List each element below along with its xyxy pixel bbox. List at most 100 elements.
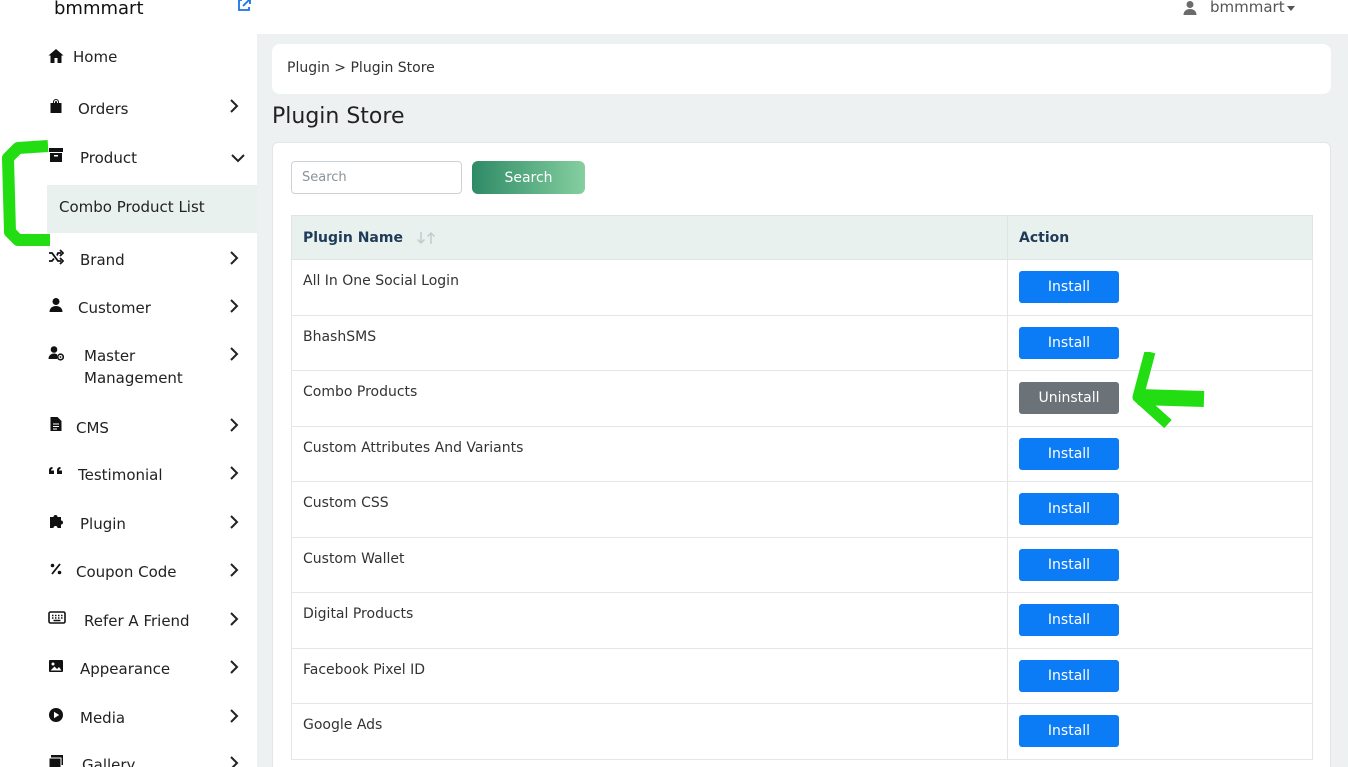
sidebar-item-testimonial[interactable]: Testimonial [0,464,257,504]
sidebar-item-label: Coupon Code [76,563,177,581]
chevron-right-icon [230,756,239,767]
action-cell: Install [1007,647,1313,704]
sidebar-item-label: Testimonial [78,466,163,484]
install-button[interactable]: Install [1019,493,1119,526]
chevron-right-icon [230,466,239,480]
chevron-right-icon [230,660,239,674]
plugin-name-cell: BhashSMS [291,314,1008,371]
user-menu-name[interactable]: bmmmart [1210,0,1285,16]
highlight-bracket-annotation [2,140,50,246]
chevron-right-icon [230,563,239,577]
sidebar-subitem-combo-product-list[interactable]: Combo Product List [47,185,257,233]
sort-arrows-icon[interactable] [416,231,438,245]
sidebar-subitem-label: Combo Product List [59,198,205,216]
uninstall-button[interactable]: Uninstall [1019,382,1119,415]
shuffle-icon [49,249,64,265]
plugin-name-cell: Combo Products [291,370,1008,427]
images-icon [48,755,63,767]
plugin-name-cell: Custom CSS [291,481,1008,538]
column-header-plugin-name[interactable]: Plugin Name [291,215,1008,260]
sidebar-item-label: Gallery [82,756,136,767]
sidebar-item-label: Refer A Friend [84,612,190,630]
table-row: All In One Social Login Install [291,259,1313,316]
sidebar-item-master-management[interactable]: Master Management [0,345,257,395]
chevron-right-icon [230,99,239,113]
sidebar-item-gallery[interactable]: Gallery [0,754,257,767]
page-title: Plugin Store [272,104,405,129]
table-row: Custom CSS Install [291,481,1313,538]
sidebar-item-label: Appearance [80,660,171,678]
table-row: Digital Products Install [291,592,1313,649]
sidebar-item-label: Home [73,48,118,66]
sidebar-item-plugin[interactable]: Plugin [0,513,257,553]
sidebar-item-cms[interactable]: CMS [0,416,257,456]
quote-icon [49,467,62,474]
sidebar-item-label: CMS [76,419,109,437]
sidebar-item-refer-a-friend[interactable]: Refer A Friend [0,610,257,650]
search-input[interactable] [291,161,462,194]
plugin-name-cell: All In One Social Login [291,259,1008,316]
brand-name: bmmmart [54,0,144,19]
table-header-row: Plugin Name Action [291,215,1313,260]
sidebar-item-label: Customer [78,299,151,317]
install-button[interactable]: Install [1019,548,1119,581]
plugin-store-card: Search Plugin Name Action All In One Soc… [272,142,1331,767]
install-button[interactable]: Install [1019,659,1119,692]
chevron-down-icon [231,154,245,163]
sidebar-item-coupon-code[interactable]: Coupon Code [0,561,257,601]
action-cell: Install [1007,536,1313,593]
plugin-name-cell: Digital Products [291,592,1008,649]
chevron-right-icon [230,251,239,265]
table-row: Custom Attributes And Variants Install [291,425,1313,482]
sidebar-item-orders[interactable]: Orders [0,97,257,137]
sidebar-item-label: Brand [80,251,125,269]
chevron-right-icon [230,612,239,626]
chevron-right-icon [230,418,239,432]
sidebar-item-home[interactable]: Home [0,46,257,86]
top-bar: bmmmart [257,0,1348,34]
external-link-icon[interactable] [236,0,252,13]
caret-down-icon[interactable] [1287,6,1295,11]
sidebar-item-customer[interactable]: Customer [0,297,257,337]
plugin-table: Plugin Name Action All In One Social Log… [291,215,1313,760]
table-row: Custom Wallet Install [291,536,1313,593]
keyboard-icon [48,611,66,624]
sidebar-item-appearance[interactable]: Appearance [0,658,257,698]
shopping-bag-icon [50,99,62,113]
install-button[interactable]: Install [1019,437,1119,470]
action-cell: Install [1007,592,1313,649]
image-icon [49,660,63,672]
table-row: Google Ads Install [291,703,1313,760]
install-button[interactable]: Install [1019,326,1119,359]
puzzle-piece-icon [50,515,63,528]
plugin-name-cell: Facebook Pixel ID [291,647,1008,704]
sidebar-item-brand[interactable]: Brand [0,249,257,289]
chevron-right-icon [230,347,239,361]
chevron-right-icon [230,515,239,529]
breadcrumb-text: Plugin > Plugin Store [287,60,435,76]
action-cell: Install [1007,481,1313,538]
sidebar: bmmmart Home Orders Product Combo Produc… [0,0,257,767]
install-button[interactable]: Install [1019,715,1119,748]
sidebar-item-label: Product [80,149,137,167]
table-row: Facebook Pixel ID Install [291,647,1313,704]
percent-icon [50,563,62,575]
sidebar-item-label: Master Management [84,347,183,387]
play-circle-icon [49,708,63,722]
chevron-right-icon [230,299,239,313]
plugin-name-cell: Google Ads [291,703,1008,760]
user-gear-icon [48,346,64,361]
column-header-action: Action [1007,215,1313,260]
user-icon [49,298,63,312]
user-avatar-icon[interactable] [1182,0,1198,16]
file-text-icon [50,417,62,431]
sidebar-item-label: Media [80,709,126,727]
install-button[interactable]: Install [1019,271,1119,304]
sidebar-item-label: Orders [78,100,129,118]
column-header-label: Plugin Name [303,229,403,246]
action-cell: Install [1007,425,1313,482]
sidebar-item-media[interactable]: Media [0,707,257,747]
search-button[interactable]: Search [472,161,585,194]
install-button[interactable]: Install [1019,604,1119,637]
plugin-name-cell: Custom Wallet [291,536,1008,593]
